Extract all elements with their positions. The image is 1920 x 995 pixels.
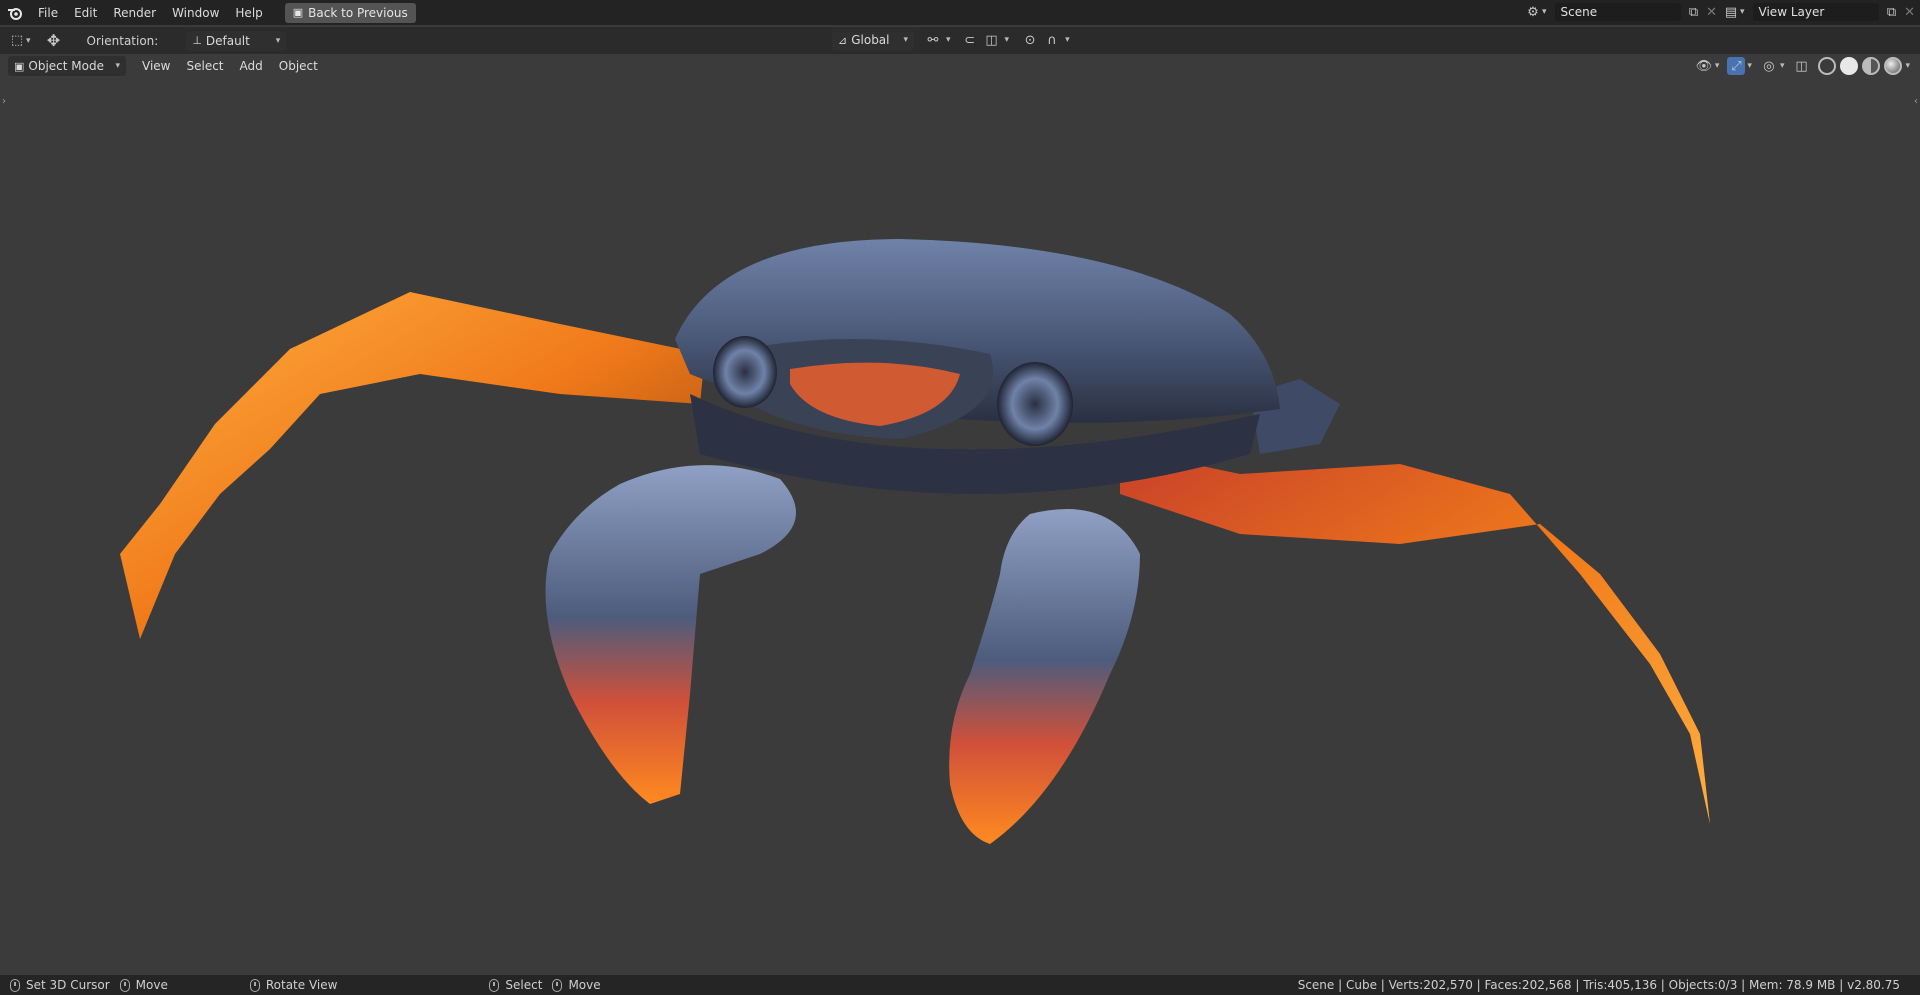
chevron-down-icon: ▾ — [903, 35, 908, 45]
viewport-header: ▣ Object Mode ▾ View Select Add Object 👁… — [0, 54, 1920, 78]
status-label: Set 3D Cursor — [26, 978, 110, 992]
pivot-icon[interactable]: ⚯ — [924, 31, 942, 49]
status-label: Move — [135, 978, 168, 992]
status-label: Move — [568, 978, 601, 992]
view-layer-icon[interactable]: ▤ — [1722, 3, 1740, 21]
mouse-drag-icon — [552, 978, 563, 992]
duplicate-icon[interactable]: ⧉ — [1685, 3, 1703, 21]
left-sidebar-toggle-icon[interactable]: › — [2, 96, 6, 107]
menu-file[interactable]: File — [30, 3, 66, 23]
mouse-drag-icon — [119, 978, 130, 992]
scene-statistics: Scene | Cube | Verts:202,570 | Faces:202… — [1297, 978, 1900, 992]
3d-viewport[interactable] — [0, 54, 1920, 975]
chevron-down-icon: ▾ — [275, 35, 281, 46]
menu-view[interactable]: View — [134, 57, 178, 75]
status-label: Select — [505, 978, 543, 992]
overlay-icon[interactable]: ◎ — [1760, 57, 1778, 75]
viewport-shading-controls: 👁 ▾ ⤢ ▾ ◎ ▾ ◫ ▾ — [1695, 57, 1910, 75]
rendered-shading-icon[interactable] — [1884, 57, 1903, 75]
scene-icon[interactable]: ⚙ — [1524, 3, 1542, 21]
chevron-down-icon[interactable]: ▾ — [1905, 61, 1910, 71]
menu-add[interactable]: Add — [232, 57, 271, 75]
menu-object[interactable]: Object — [271, 57, 326, 75]
orientation-value: Default — [205, 33, 250, 48]
menu-select[interactable]: Select — [178, 57, 231, 75]
top-bar: File Edit Render Window Help ▣ Back to P… — [0, 0, 1920, 25]
axis-icon: ⊿ — [838, 33, 848, 47]
scene-selector: ⚙ ▾ Scene ⧉ ✕ — [1524, 3, 1721, 21]
chevron-down-icon[interactable]: ▾ — [26, 36, 31, 46]
solid-shading-icon[interactable] — [1840, 57, 1859, 75]
view-layer-selector: ▤ ▾ View Layer ⧉ ✕ — [1722, 3, 1919, 21]
move-tool-icon[interactable]: ✥ — [45, 31, 63, 50]
transform-space-dropdown[interactable]: ⊿ Global ▾ — [832, 30, 914, 50]
menu-render[interactable]: Render — [105, 3, 164, 23]
duplicate-icon[interactable]: ⧉ — [1883, 3, 1901, 21]
orientation-icon: ⊥ — [192, 34, 202, 47]
status-set-cursor: Set 3D Cursor — [10, 978, 110, 992]
blender-logo-icon[interactable] — [6, 4, 24, 22]
close-icon[interactable]: ✕ — [1901, 3, 1919, 21]
status-bar: Set 3D Cursor Move Rotate View Select Mo… — [0, 975, 1920, 995]
menu-window[interactable]: Window — [164, 3, 227, 23]
tool-header: ⬚ ▾ ✥ Orientation: ⊥ Default ▾ ⊿ Global … — [0, 27, 1920, 54]
scene-field[interactable]: Scene — [1554, 3, 1681, 21]
mouse-left-icon — [10, 978, 20, 992]
chevron-down-icon[interactable]: ▾ — [946, 35, 951, 45]
transform-controls: ⊿ Global ▾ ⚯ ▾ ⊂ ◫ ▾ ⊙ ∩ ▾ — [832, 30, 1070, 50]
back-to-previous-label: Back to Previous — [308, 5, 408, 20]
snap-target-icon[interactable]: ◫ — [983, 31, 1001, 49]
back-to-previous-button[interactable]: ▣ Back to Previous — [284, 2, 416, 23]
chevron-down-icon[interactable]: ▾ — [1747, 61, 1752, 71]
mouse-middle-icon — [249, 978, 260, 992]
orientation-label: Orientation: — [86, 33, 159, 48]
wireframe-shading-icon[interactable] — [1818, 57, 1837, 75]
orientation-dropdown[interactable]: ⊥ Default ▾ — [186, 30, 287, 51]
chevron-down-icon[interactable]: ▾ — [1005, 35, 1010, 45]
menu-help[interactable]: Help — [227, 3, 270, 23]
status-label: Rotate View — [265, 978, 338, 992]
mouse-right-icon — [489, 978, 500, 992]
proportional-edit-icon[interactable]: ⊙ — [1021, 31, 1039, 49]
chevron-down-icon[interactable]: ▾ — [1740, 7, 1745, 17]
chevron-down-icon[interactable]: ▾ — [1065, 35, 1070, 45]
snap-icon[interactable]: ⊂ — [961, 31, 979, 49]
status-rotate-view: Rotate View — [249, 978, 338, 992]
xray-icon[interactable]: ◫ — [1792, 57, 1810, 75]
status-select: Select — [489, 978, 542, 992]
mode-value: Object Mode — [28, 59, 104, 73]
visibility-icon[interactable]: 👁 — [1695, 57, 1713, 75]
status-move-right: Move — [552, 978, 601, 992]
material-shading-icon[interactable] — [1862, 57, 1881, 75]
view-layer-field[interactable]: View Layer — [1752, 3, 1879, 21]
menu-edit[interactable]: Edit — [66, 3, 105, 23]
chevron-down-icon: ▾ — [115, 61, 120, 71]
transform-space-value: Global — [851, 33, 890, 47]
chevron-down-icon[interactable]: ▾ — [1715, 61, 1720, 71]
falloff-icon[interactable]: ∩ — [1043, 31, 1061, 49]
right-sidebar-toggle-icon[interactable]: ‹ — [1914, 96, 1918, 107]
object-mode-icon: ▣ — [14, 59, 25, 73]
chevron-down-icon[interactable]: ▾ — [1780, 61, 1785, 71]
gizmo-icon[interactable]: ⤢ — [1727, 57, 1746, 75]
select-tool-icon[interactable]: ⬚ — [8, 32, 26, 50]
crab-model — [120, 239, 1710, 844]
close-icon[interactable]: ✕ — [1703, 3, 1721, 21]
back-screen-icon: ▣ — [292, 6, 304, 19]
status-move: Move — [119, 978, 168, 992]
chevron-down-icon[interactable]: ▾ — [1542, 7, 1547, 17]
mode-dropdown[interactable]: ▣ Object Mode ▾ — [8, 56, 126, 76]
